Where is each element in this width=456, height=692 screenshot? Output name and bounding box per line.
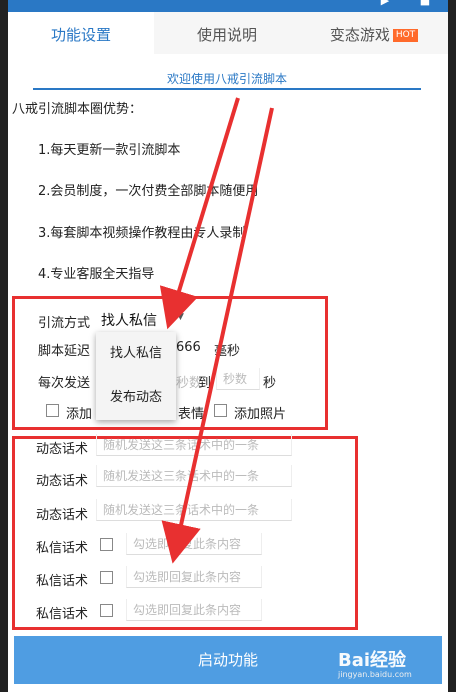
private-script-label-2: 私信话术 (36, 574, 89, 589)
private-script-checkbox-3[interactable] (100, 604, 113, 617)
baidu-watermark: Bai经验 jingyan.baidu.com (338, 646, 448, 686)
interval-max-input[interactable]: 秒数 (216, 368, 260, 390)
private-script-input-3[interactable]: 勾选即回复此条内容 (126, 599, 262, 621)
play-icon[interactable]: ▶ (378, 0, 392, 8)
dynamic-script-label-1: 动态话术 (36, 442, 89, 457)
private-script-checkbox-2[interactable] (100, 571, 113, 584)
private-script-label-1: 私信话术 (36, 541, 89, 556)
method-select-value: 找人私信 (101, 313, 157, 329)
dropdown-option-private-message[interactable]: 找人私信 (96, 334, 176, 374)
private-script-label-3: 私信话术 (36, 607, 89, 622)
add-emoji-checkbox[interactable] (46, 404, 59, 417)
watermark-logo: Bai经验 (338, 650, 407, 671)
app-frame: ▶ ■ 功能设置 使用说明 变态游戏 HOT 欢迎使用八戒引流脚本 八戒引流脚本圈… (8, 0, 448, 692)
interval-label: 每次发送 (38, 376, 91, 391)
title-bar: ▶ ■ (8, 0, 448, 12)
private-script-checkbox-1[interactable] (100, 538, 113, 551)
dynamic-script-label-3: 动态话术 (36, 508, 89, 523)
settings-icon[interactable]: ■ (418, 0, 432, 8)
private-script-input-1[interactable]: 勾选即回复此条内容 (126, 533, 262, 555)
dynamic-script-input-1[interactable]: 随机发送这三条话术中的一条 (96, 434, 292, 456)
tab-games[interactable]: 变态游戏 HOT (300, 12, 448, 54)
method-select[interactable]: 找人私信 ▼ (101, 310, 189, 330)
add-emoji-label-tail: 表情 (178, 407, 205, 422)
welcome-banner: 欢迎使用八戒引流脚本 (166, 72, 287, 86)
delay-unit: 毫秒 (214, 344, 241, 359)
add-photo-label: 添加照片 (234, 407, 287, 422)
add-photo-checkbox[interactable] (214, 404, 227, 417)
dropdown-option-post-dynamic[interactable]: 发布动态 (96, 378, 176, 418)
dynamic-script-input-3[interactable]: 随机发送这三条话术中的一条 (96, 499, 292, 521)
intro-line-3: 3.每套脚本视频操作教程由专人录制 (38, 226, 246, 241)
delay-label: 脚本延迟 (38, 344, 91, 359)
method-label: 引流方式 (38, 316, 91, 331)
intro-line-4: 4.专业客服全天指导 (38, 267, 155, 282)
tab-games-label: 变态游戏 (329, 26, 390, 44)
dropdown-arrow-icon: ▼ (177, 312, 184, 322)
dynamic-script-label-2: 动态话术 (36, 474, 89, 489)
method-dropdown-list: 找人私信 发布动态 (96, 332, 176, 420)
dynamic-script-input-2[interactable]: 随机发送这三条话术中的一条 (96, 465, 292, 487)
delay-input[interactable]: 666 (176, 340, 201, 355)
intro-line-1: 1.每天更新一款引流脚本 (38, 143, 181, 158)
intro-heading: 八戒引流脚本圈优势： (12, 102, 143, 117)
interval-unit: 秒 (263, 376, 277, 391)
private-script-input-2[interactable]: 勾选即回复此条内容 (126, 566, 262, 588)
tab-function-settings[interactable]: 功能设置 (8, 12, 154, 54)
tab-bar: 功能设置 使用说明 变态游戏 HOT (8, 12, 448, 54)
interval-to: 到 (198, 376, 212, 391)
intro-line-2: 2.会员制度，一次付费全部脚本随便用 (38, 184, 259, 199)
watermark-url: jingyan.baidu.com (338, 670, 412, 679)
welcome-divider (33, 88, 421, 90)
hot-badge: HOT (392, 29, 419, 42)
tab-instructions[interactable]: 使用说明 (154, 12, 300, 54)
add-emoji-label: 添加 (66, 407, 93, 422)
